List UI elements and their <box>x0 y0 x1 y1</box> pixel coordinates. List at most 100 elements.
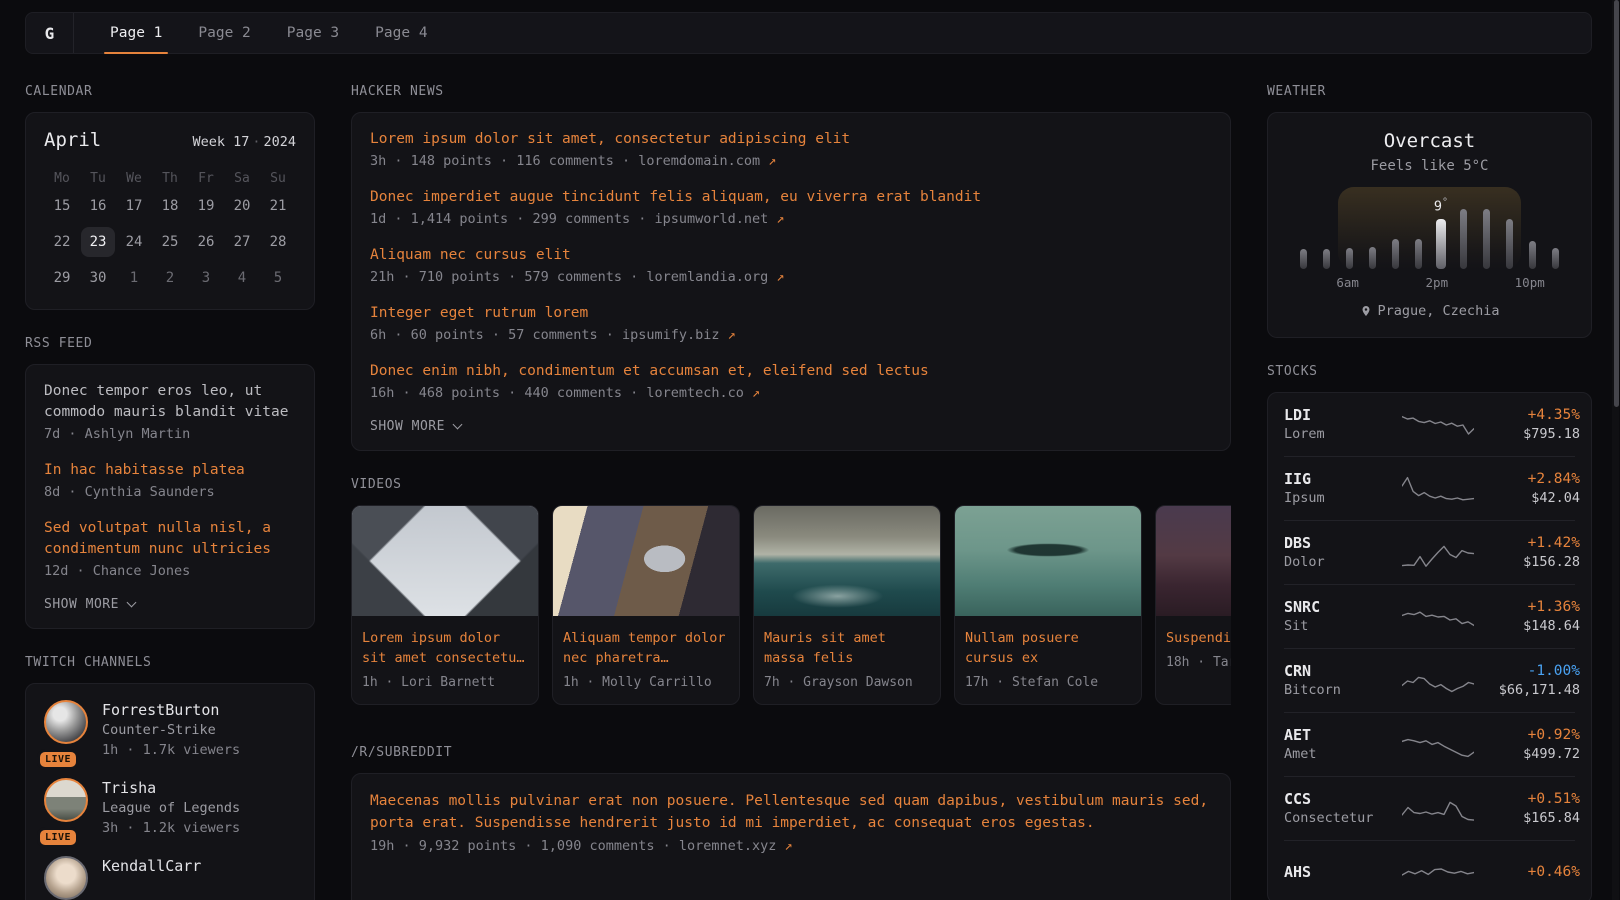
dashboard-columns: CALENDAR April Week 17·2024 MoTuWeThFrSa… <box>25 84 1592 900</box>
hackernews-item-title[interactable]: Donec imperdiet augue tincidunt felis al… <box>370 187 1212 208</box>
calendar-day: 27 <box>225 227 259 257</box>
stock-row[interactable]: DBSDolor+1.42%$156.28 <box>1284 520 1575 584</box>
subreddit-post-domain-link[interactable]: loremnet.xyz ↗ <box>679 838 793 854</box>
calendar-card: April Week 17·2024 MoTuWeThFrSaSu 151617… <box>25 112 315 310</box>
video-card-body: Nullam posuere cursus ex17h · Stefan Col… <box>955 616 1141 704</box>
rss-widget: RSS FEED Donec tempor eros leo, ut commo… <box>25 336 315 629</box>
weather-hour-spacer <box>1314 275 1336 290</box>
stock-row[interactable]: AHS+0.46% <box>1284 840 1575 900</box>
hackernews-item-domain-link[interactable]: ipsumworld.net ↗ <box>654 211 784 227</box>
calendar-day: 24 <box>117 227 151 257</box>
weather-bar <box>1460 209 1467 269</box>
stock-row[interactable]: SNRCSit+1.36%$148.64 <box>1284 584 1575 648</box>
hackernews-card: Lorem ipsum dolor sit amet, consectetur … <box>351 112 1231 451</box>
section-title-subreddit: /R/SUBREDDIT <box>351 745 1231 760</box>
hackernews-item-domain-link[interactable]: ipsumify.biz ↗ <box>622 327 736 343</box>
video-title[interactable]: Lorem ipsum dolor sit amet consectetu… <box>362 628 528 668</box>
video-card-body: Lorem ipsum dolor sit amet consectetu…1h… <box>352 616 538 704</box>
calendar-day: 2 <box>153 263 187 293</box>
stock-row[interactable]: CCSConsectetur+0.51%$165.84 <box>1284 776 1575 840</box>
page-tabs: Page 1 Page 2 Page 3 Page 4 <box>74 13 446 53</box>
twitch-channel-name[interactable]: KendallCarr <box>102 856 201 876</box>
calendar-year: 2024 <box>263 134 296 150</box>
video-card[interactable]: Suspendisse diam18h · Tara <box>1155 505 1231 705</box>
stock-row[interactable]: AETAmet+0.92%$499.72 <box>1284 712 1575 776</box>
rss-show-more-button[interactable]: SHOW MORE <box>44 597 135 612</box>
twitch-channel-info: TrishaLeague of Legends3h · 1.2k viewers <box>102 778 240 838</box>
calendar-day: 22 <box>45 227 79 257</box>
stock-row[interactable]: CRNBitcorn-1.00%$66,171.48 <box>1284 648 1575 712</box>
tab-page-1[interactable]: Page 1 <box>104 13 168 53</box>
video-title[interactable]: Mauris sit amet massa felis <box>764 628 930 668</box>
video-thumbnail[interactable] <box>352 506 538 616</box>
twitch-channel-name[interactable]: Trisha <box>102 778 240 798</box>
map-pin-icon <box>1360 304 1372 318</box>
rss-item-title[interactable]: Sed volutpat nulla nisl, a condimentum n… <box>44 518 296 560</box>
video-card-body: Suspendisse diam18h · Tara <box>1156 616 1231 684</box>
hackernews-item-title[interactable]: Integer eget rutrum lorem <box>370 303 1212 324</box>
video-thumbnail[interactable] <box>553 506 739 616</box>
hackernews-item-meta: 21h · 710 points · 579 comments · loreml… <box>370 267 1212 288</box>
tab-page-4[interactable]: Page 4 <box>369 13 433 53</box>
weather-bars: 9° <box>1292 187 1567 269</box>
stock-symbol: IIG <box>1284 470 1392 489</box>
video-card[interactable]: Lorem ipsum dolor sit amet consectetu…1h… <box>351 505 539 705</box>
weather-location[interactable]: Prague, Czechia <box>1286 303 1573 319</box>
hackernews-item-title[interactable]: Aliquam nec cursus elit <box>370 245 1212 266</box>
stock-price: $66,171.48 <box>1484 681 1580 699</box>
rss-card: Donec tempor eros leo, ut commodo mauris… <box>25 364 315 629</box>
stock-name: Consectetur <box>1284 809 1392 827</box>
stock-sparkline <box>1402 535 1474 571</box>
section-title-twitch: TWITCH CHANNELS <box>25 655 315 670</box>
subreddit-post-meta: 19h · 9,932 points · 1,090 comments · lo… <box>370 836 1212 857</box>
video-title[interactable]: Aliquam tempor dolor nec pharetra… <box>563 628 729 668</box>
video-title[interactable]: Nullam posuere cursus ex <box>965 628 1131 668</box>
hackernews-item-title[interactable]: Lorem ipsum dolor sit amet, consectetur … <box>370 129 1212 150</box>
twitch-channel-row[interactable]: LIVETrishaLeague of Legends3h · 1.2k vie… <box>44 778 296 838</box>
video-card[interactable]: Mauris sit amet massa felis7h · Grayson … <box>753 505 941 705</box>
stocks-widget: STOCKS LDILorem+4.35%$795.18IIGIpsum+2.8… <box>1267 364 1592 900</box>
hackernews-item-domain-link[interactable]: loremdomain.com ↗ <box>638 153 776 169</box>
weather-hour-spacer <box>1470 275 1492 290</box>
weather-bar <box>1346 248 1353 269</box>
stock-symbol: DBS <box>1284 534 1392 553</box>
stock-row[interactable]: LDILorem+4.35%$795.18 <box>1284 393 1575 456</box>
hackernews-item-title[interactable]: Donec enim nibh, condimentum et accumsan… <box>370 361 1212 382</box>
app-logo[interactable]: G <box>26 13 74 53</box>
calendar-day: 19 <box>189 191 223 221</box>
scrollbar-thumb[interactable] <box>1614 0 1619 407</box>
tab-page-2[interactable]: Page 2 <box>192 13 256 53</box>
hackernews-item-domain-link[interactable]: loremlandia.org ↗ <box>646 269 784 285</box>
hackernews-show-more-button[interactable]: SHOW MORE <box>370 419 461 434</box>
stocks-card: LDILorem+4.35%$795.18IIGIpsum+2.84%$42.0… <box>1267 392 1592 900</box>
degree-symbol: ° <box>1442 197 1448 208</box>
weather-card: Overcast Feels like 5°C 9° 6am2pm10pm Pr… <box>1267 112 1592 338</box>
subreddit-post-title[interactable]: Maecenas mollis pulvinar erat non posuer… <box>370 790 1212 834</box>
avatar <box>44 778 88 822</box>
weather-bar-slot <box>1315 249 1338 269</box>
stock-identity: DBSDolor <box>1284 534 1392 571</box>
video-title[interactable]: Suspendisse diam <box>1166 628 1231 648</box>
weather-hour-spacer <box>1492 275 1514 290</box>
tab-page-3[interactable]: Page 3 <box>281 13 345 53</box>
video-thumbnail[interactable] <box>955 506 1141 616</box>
twitch-channel-row[interactable]: LIVEForrestBurtonCounter-Strike1h · 1.7k… <box>44 700 296 760</box>
rss-item-title[interactable]: Donec tempor eros leo, ut commodo mauris… <box>44 381 296 423</box>
twitch-channel-info: KendallCarr <box>102 856 201 900</box>
twitch-channel-name[interactable]: ForrestBurton <box>102 700 240 720</box>
stock-row[interactable]: IIGIpsum+2.84%$42.04 <box>1284 456 1575 520</box>
twitch-channel-row[interactable]: KendallCarr <box>44 856 296 900</box>
rss-item-meta: 7d · Ashlyn Martin <box>44 424 296 445</box>
video-card[interactable]: Nullam posuere cursus ex17h · Stefan Col… <box>954 505 1142 705</box>
hackernews-item-domain-link[interactable]: loremtech.co ↗ <box>646 385 760 401</box>
stock-sparkline <box>1402 791 1474 827</box>
calendar-day: 17 <box>117 191 151 221</box>
stock-name: Sit <box>1284 617 1392 635</box>
weather-bar-slot <box>1361 247 1384 269</box>
video-card[interactable]: Aliquam tempor dolor nec pharetra…1h · M… <box>552 505 740 705</box>
video-thumbnail[interactable] <box>1156 506 1231 616</box>
calendar-day: 1 <box>117 263 151 293</box>
subreddit-post: Maecenas mollis pulvinar erat non posuer… <box>370 790 1212 857</box>
rss-item-title[interactable]: In hac habitasse platea <box>44 460 296 481</box>
video-thumbnail[interactable] <box>754 506 940 616</box>
